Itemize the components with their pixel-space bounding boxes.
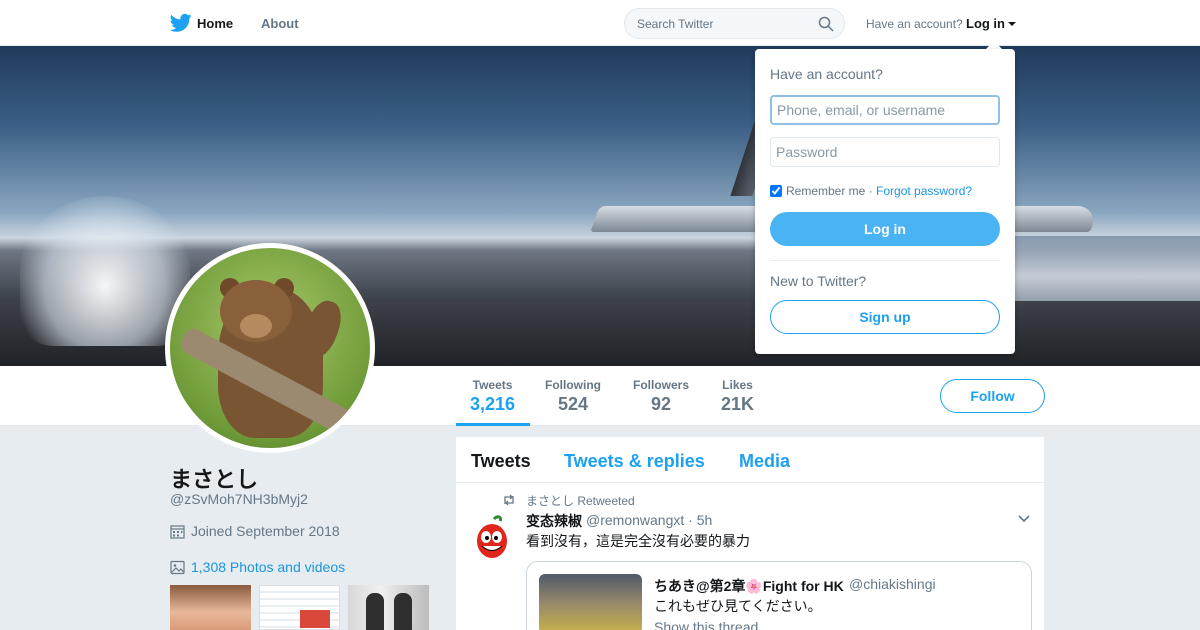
profile-avatar[interactable] [165,243,375,453]
remember-row: Remember me · Forgot password? [770,184,972,198]
dropdown-title: Have an account? [770,66,883,82]
top-nav: Home About Search Twitter Have an accoun… [0,0,1200,46]
thumbnail-detail [394,593,412,630]
stat-followers[interactable]: Followers 92 [633,378,689,415]
quoted-tweet-text: これもぜひ見てください。 [654,598,822,614]
calendar-icon [170,525,185,539]
joined-date: Joined September 2018 [170,523,340,539]
image-icon [170,560,185,575]
username-field[interactable] [770,95,1000,125]
photos-videos-link[interactable]: 1,308 Photos and videos [170,559,345,575]
stat-likes[interactable]: Likes 21K [721,378,754,415]
search-icon[interactable] [818,16,834,32]
quoted-tweet-image [539,574,642,630]
tweet-text: 看到沒有，這是完全沒有必要的暴力 [526,533,750,549]
tweet-author-avatar[interactable] [468,513,516,561]
active-stat-underline [456,423,530,426]
avatar-image [170,248,370,448]
show-thread-link[interactable]: Show this thread [654,619,758,630]
stat-value: 21K [721,394,755,414]
have-account-text: Have an account? [866,17,963,31]
thumbnail-detail [300,610,330,628]
quoted-author-handle: @chiakishingi [849,576,936,592]
timeline: Tweets Tweets & replies Media まさとし Retwe… [456,437,1044,630]
stat-label: Following [545,378,601,392]
timeline-tabs: Tweets Tweets & replies Media [456,437,1044,483]
search-box[interactable]: Search Twitter [624,8,845,39]
photos-videos-label[interactable]: 1,308 Photos and videos [191,559,345,575]
twitter-bird-icon[interactable] [170,13,192,33]
tweet-author-name[interactable]: 变态辣椒 [526,511,582,531]
remember-checkbox[interactable] [770,185,782,197]
media-thumbnail[interactable] [259,585,340,630]
login-button[interactable]: Log in [770,212,1000,246]
tab-tweets[interactable]: Tweets [471,451,531,472]
stat-value: 3,216 [470,394,516,414]
chili-avatar-icon [477,515,507,558]
nav-about-link[interactable]: About [261,16,299,31]
retweet-icon [504,494,514,506]
stat-following[interactable]: Following 524 [545,378,601,415]
tab-tweets-replies[interactable]: Tweets & replies [564,451,705,472]
banner-spray [20,196,190,346]
nav-home-link[interactable]: Home [197,16,233,31]
profile-handle[interactable]: @zSvMoh7NH3bMyj2 [170,491,308,507]
media-thumbnail[interactable] [348,585,429,630]
login-dropdown: Have an account? Remember me · Forgot pa… [755,49,1015,354]
retweet-context[interactable]: まさとし Retweeted [526,492,635,509]
search-input[interactable]: Search Twitter [637,17,713,31]
remember-label[interactable]: Remember me [786,184,865,198]
profile-display-name[interactable]: まさとし [170,462,258,494]
dropdown-arrow [986,41,1002,49]
signup-button[interactable]: Sign up [770,300,1000,334]
bear-snout [240,314,272,338]
caret-down-icon[interactable] [1008,22,1016,26]
stat-tweets[interactable]: Tweets 3,216 [470,378,515,415]
stat-label: Likes [722,378,753,392]
login-menu-link[interactable]: Log in [966,16,1005,31]
chevron-down-icon[interactable] [1017,514,1031,524]
separator: · [865,184,877,198]
media-thumbnail[interactable] [170,585,251,630]
quoted-tweet[interactable]: ちあき@第2章🌸Fight for HK @chiakishingi これもぜひ… [526,561,1032,630]
tab-media[interactable]: Media [739,451,790,472]
tweet-author-handle[interactable]: @remonwangxt · 5h [586,512,712,528]
divider [770,260,1000,261]
password-field[interactable] [770,137,1000,167]
follow-button[interactable]: Follow [940,379,1045,413]
thumbnail-detail [366,593,384,630]
stat-label: Tweets [472,378,513,392]
new-to-twitter-text: New to Twitter? [770,273,867,289]
forgot-password-link[interactable]: Forgot password? [876,184,972,198]
stat-value: 92 [650,394,672,414]
quoted-author-name: ちあき@第2章🌸Fight for HK [654,578,844,594]
stat-value: 524 [557,394,589,414]
stat-label: Followers [633,378,690,392]
joined-text: Joined September 2018 [191,523,340,539]
